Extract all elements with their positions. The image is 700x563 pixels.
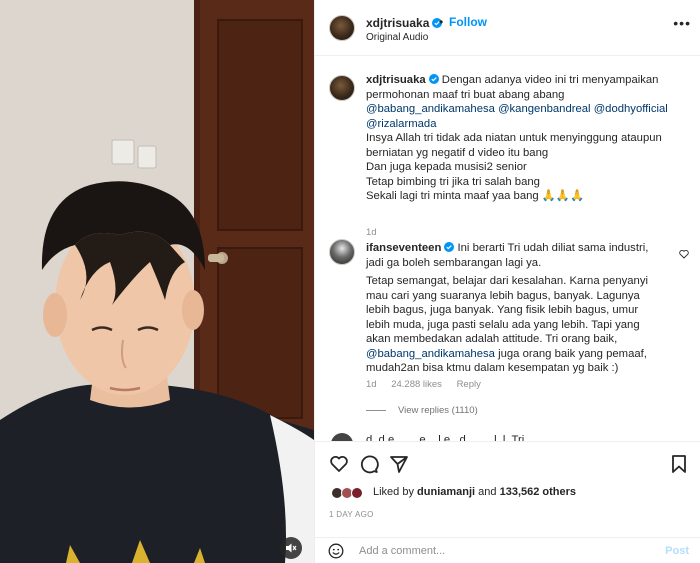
caption-text: xdjtrisuaka Dengan adanya video ini tri … [366,73,692,204]
original-audio-link[interactable]: Original Audio [366,32,428,43]
comment-line: lebih muda, juga pasti selalu ada yang l… [366,318,640,331]
post-timestamp: 1 DAY AGO [329,510,374,519]
comment-text: ifanseventeen Ini berarti Tri udah dilia… [366,241,692,376]
post-details-panel: xdjtrisuaka • Follow Original Audio ••• … [314,0,700,563]
comment-meta: 1d 24.288 likes Reply [366,379,493,390]
liked-by-user[interactable]: duniamanji [417,486,475,498]
post-video[interactable] [0,0,314,563]
speaker-muted-icon [286,543,297,553]
post-header: xdjtrisuaka • Follow Original Audio ••• [315,0,700,56]
mute-button[interactable] [280,537,302,559]
comment-text-partial: d..d.e..... ..e ...l.e ..d.. ... ..l..l.… [366,434,540,441]
add-comment-bar: Post [315,537,700,563]
comment-line: lebih bagus, juga banyak. Yang fisik leb… [366,304,639,316]
comment-line: Ini berarti Tri udah diliat sama industr… [457,242,649,254]
bookmark-icon[interactable] [669,454,689,474]
caption-meta: 1d [366,227,389,238]
like-comment-heart-icon[interactable] [679,249,689,259]
view-replies-label[interactable]: View replies (1110) [398,405,478,416]
post-actions: Liked by duniamanji and 133,562 others 1… [315,441,700,537]
comment-mention[interactable]: @babang_andikamahesa [366,348,495,360]
reply-button[interactable]: Reply [457,379,481,390]
liker-avatar[interactable] [351,487,363,499]
verified-badge-icon [428,74,439,84]
liked-by-and: and [478,486,497,498]
header-separator: • [439,15,444,29]
caption-line: berniatan yg negatif d video itu bang [366,146,549,159]
caption-age: 1d [366,227,377,238]
comments-section[interactable]: xdjtrisuaka Dengan adanya video ini tri … [315,57,700,441]
liked-by-summary: Liked by duniamanji and 133,562 others [373,486,576,498]
video-frame [0,0,314,563]
more-options-button[interactable]: ••• [673,15,691,31]
caption-line: permohonan maaf tri buat abang abang [366,88,565,101]
liked-by-prefix: Liked by [373,486,414,498]
replies-divider [366,410,386,411]
caption-line: Insya Allah tri tidak ada niatan untuk m… [366,132,662,144]
heart-icon[interactable] [329,454,349,474]
commenter-avatar[interactable] [331,433,353,441]
verified-badge-icon [444,242,455,252]
comment-likes[interactable]: 24.288 likes [391,379,442,390]
comment-username[interactable]: ifanseventeen [366,242,441,254]
caption-line: Dan juga kepada musisi2 senior [366,161,527,173]
follow-button[interactable]: Follow [449,15,487,29]
author-username-text[interactable]: xdjtrisuaka [366,16,429,30]
comment-icon[interactable] [359,454,379,474]
author-avatar[interactable] [329,15,355,41]
caption-mention[interactable]: @rizalarmada [366,117,692,132]
comment-line: mau cari yang suaranya lebih bagus, bany… [366,289,640,302]
comment-line: Tetap semangat, belajar dari kesalahan. … [366,275,648,287]
comment-line: juga orang baik yang pemaaf, [498,347,647,360]
caption-line: Sekali lagi tri minta maaf yaa bang 🙏🙏🙏 [366,190,585,202]
view-replies-button[interactable]: View replies (1110) [366,405,478,416]
liked-by-count[interactable]: 133,562 others [500,486,576,498]
share-icon[interactable] [389,454,409,474]
comment-input[interactable] [359,541,639,561]
caption-author-avatar[interactable] [329,75,355,101]
author-username[interactable]: xdjtrisuaka [366,16,443,30]
comment-line: mudah2an bisa ktmu dalam kesempatan yg b… [366,362,619,374]
caption-mentions[interactable]: @babang_andikamahesa @kangenbandreal @do… [366,102,692,117]
comment-age: 1d [366,379,377,390]
emoji-icon[interactable] [328,543,344,559]
comment-line: jadi ga boleh sembarangan lagi ya. [366,256,542,269]
caption-line: Tetap bimbing tri jika tri salah bang [366,175,540,188]
caption-username[interactable]: xdjtrisuaka [366,74,426,86]
comment-line: akan membedakan adalah attitude. Tri ora… [366,333,618,345]
post-comment-button[interactable]: Post [665,545,689,557]
commenter-avatar[interactable] [329,239,355,265]
caption-line: Dengan adanya video ini tri menyampaikan [441,74,659,86]
